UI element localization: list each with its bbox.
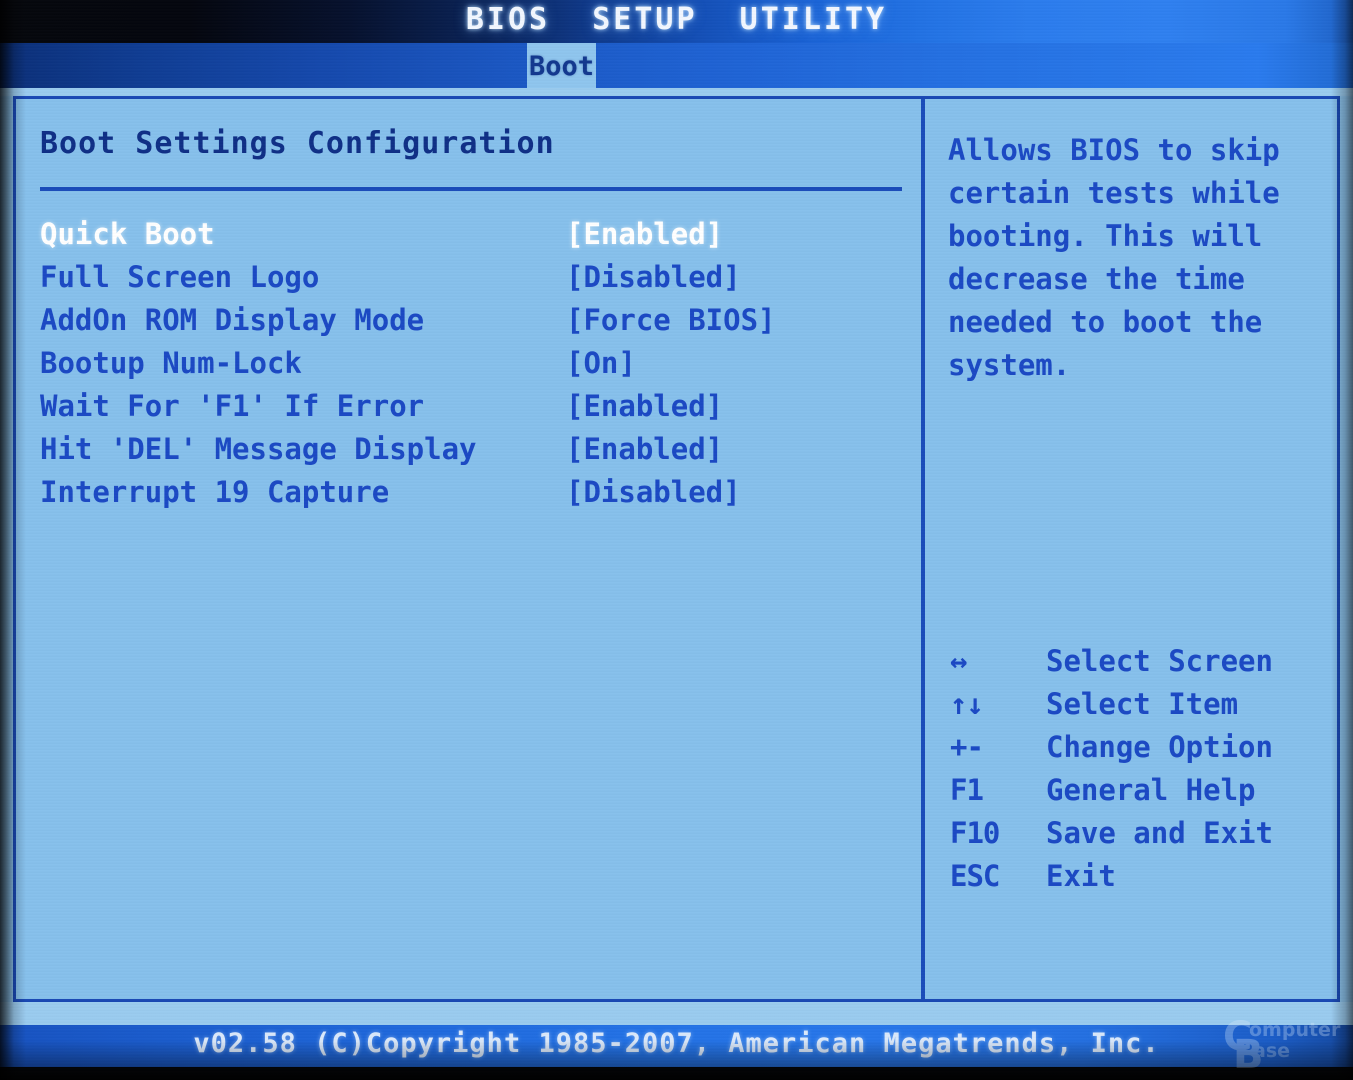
- setting-label: AddOn ROM Display Mode: [40, 303, 425, 337]
- main-panel: Boot Settings Configuration Quick Boot [E…: [13, 96, 1340, 1002]
- footer-gap: [0, 1002, 1353, 1025]
- legend-row: ESC Exit: [936, 859, 1326, 902]
- legend-key-icon: ↑↓: [950, 687, 984, 721]
- legend-row: F1 General Help: [936, 773, 1326, 816]
- legend-label: Select Item: [1046, 687, 1239, 721]
- setting-value[interactable]: [On]: [566, 346, 636, 380]
- tab-bar-underline: [0, 88, 1353, 96]
- copyright-text: v02.58 (C)Copyright 1985-2007, American …: [193, 1028, 1160, 1059]
- setting-label: Full Screen Logo: [40, 260, 320, 294]
- legend-row: +- Change Option: [936, 730, 1326, 773]
- section-title: Boot Settings Configuration: [40, 126, 555, 161]
- setting-value[interactable]: [Disabled]: [566, 260, 741, 294]
- tab-bar: Boot: [0, 43, 1353, 88]
- setting-label: Bootup Num-Lock: [40, 346, 302, 380]
- legend-key-icon: ↔: [950, 644, 967, 678]
- legend-key-icon: F1: [950, 773, 984, 807]
- setting-row[interactable]: Full Screen Logo [Disabled]: [16, 260, 906, 303]
- legend-label: Exit: [1046, 859, 1116, 893]
- setting-value[interactable]: [Enabled]: [566, 432, 723, 466]
- legend-label: General Help: [1046, 773, 1256, 807]
- legend-label: Change Option: [1046, 730, 1273, 764]
- bios-screen: BIOS SETUP UTILITY Boot Boot Settings Co…: [0, 0, 1353, 1080]
- setting-row[interactable]: Hit 'DEL' Message Display [Enabled]: [16, 432, 906, 475]
- panel-divider: [921, 99, 925, 999]
- setting-row[interactable]: Interrupt 19 Capture [Disabled]: [16, 475, 906, 518]
- tab-boot[interactable]: Boot: [527, 43, 597, 88]
- legend-label: Save and Exit: [1046, 816, 1273, 850]
- setting-row[interactable]: Quick Boot [Enabled]: [16, 217, 906, 260]
- setting-value[interactable]: [Enabled]: [566, 389, 723, 423]
- legend-row: F10 Save and Exit: [936, 816, 1326, 859]
- setting-value[interactable]: [Force BIOS]: [566, 303, 776, 337]
- legend-label: Select Screen: [1046, 644, 1273, 678]
- setting-label: Quick Boot: [40, 217, 215, 251]
- setting-row[interactable]: AddOn ROM Display Mode [Force BIOS]: [16, 303, 906, 346]
- setting-value[interactable]: [Enabled]: [566, 217, 723, 251]
- legend-key-icon: F10: [950, 816, 1000, 850]
- setting-label: Hit 'DEL' Message Display: [40, 432, 477, 466]
- setting-value[interactable]: [Disabled]: [566, 475, 741, 509]
- setting-label: Wait For 'F1' If Error: [40, 389, 425, 423]
- setting-row[interactable]: Bootup Num-Lock [On]: [16, 346, 906, 389]
- setting-row[interactable]: Wait For 'F1' If Error [Enabled]: [16, 389, 906, 432]
- section-rule: [40, 187, 902, 191]
- footer-bar: v02.58 (C)Copyright 1985-2007, American …: [0, 1025, 1353, 1067]
- setting-label: Interrupt 19 Capture: [40, 475, 390, 509]
- legend-row: ↑↓ Select Item: [936, 687, 1326, 730]
- page-title: BIOS SETUP UTILITY: [465, 2, 888, 37]
- screen-bottom-edge: [0, 1067, 1353, 1080]
- help-text: Allows BIOS to skip certain tests while …: [948, 133, 1280, 382]
- legend-row: ↔ Select Screen: [936, 644, 1326, 687]
- legend-key-icon: +-: [950, 730, 984, 764]
- title-bar: BIOS SETUP UTILITY: [0, 0, 1353, 43]
- legend-key-icon: ESC: [950, 859, 1000, 893]
- key-legend: ↔ Select Screen ↑↓ Select Item +- Change Opti…: [936, 644, 1326, 902]
